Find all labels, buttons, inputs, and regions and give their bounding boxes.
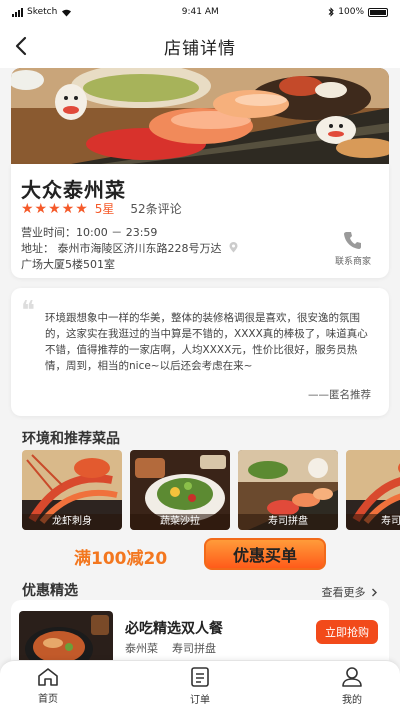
chevron-right-icon [372, 588, 377, 597]
discount-pay-button[interactable]: 优惠买单 [204, 538, 326, 570]
dish-name: 寿司拼 [346, 514, 400, 530]
review-card: ❝ 环境跟想象中一样的华美，整体的装修格调很是喜欢，很安逸的氛围的，这家实在我逛… [11, 288, 389, 416]
dish-name: 龙虾刺身 [22, 514, 122, 530]
contact-merchant-button[interactable]: 联系商家 [335, 230, 371, 267]
address-line-1: 地址： 泰州市海陵区济川东路228号万达 [21, 240, 238, 256]
dish-card[interactable]: 龙虾刺身 [22, 450, 122, 530]
dish-name: 寿司拼盘 [238, 514, 338, 530]
bottom-tab-bar: 首页 订单 我的 [0, 660, 400, 710]
page-title: 店铺详情 [164, 38, 236, 59]
nav-bar: 店铺详情 [0, 24, 400, 68]
tab-home[interactable]: 首页 [20, 661, 76, 710]
review-signature: ——匿名推荐 [308, 389, 371, 401]
deal-thumbnail [19, 611, 113, 664]
shop-rating: ★★★★★ 5星 52条评论 [21, 200, 182, 217]
home-icon [38, 667, 58, 686]
see-more-label: 查看更多 [321, 586, 366, 599]
tab-profile[interactable]: 我的 [324, 661, 380, 710]
battery-icon [368, 7, 388, 17]
wifi-icon [62, 9, 72, 16]
tab-profile-label: 我的 [342, 694, 362, 706]
signal-icon [12, 7, 23, 17]
location-pin-icon[interactable] [229, 242, 238, 253]
dish-card[interactable]: 蔬菜沙拉 [130, 450, 230, 530]
shop-info-card: 大众泰州菜 ★★★★★ 5星 52条评论 营业时间：10:00 － 23:59 … [11, 164, 389, 278]
dish-card[interactable]: 寿司拼 [346, 450, 400, 530]
promo-text: 满100减20 [74, 549, 168, 569]
see-more-link[interactable]: 查看更多 [322, 584, 379, 600]
dishes-carousel[interactable]: 龙虾刺身 蔬菜沙拉 寿司拼盘 寿司 [22, 450, 400, 530]
promo-row: 满100减20 优惠买单 [0, 538, 400, 570]
tab-orders[interactable]: 订单 [172, 661, 228, 710]
order-icon [191, 666, 209, 687]
rating-text: 5星 [94, 202, 115, 216]
phone-icon[interactable] [343, 230, 363, 250]
user-icon [342, 666, 362, 687]
deal-card[interactable]: 必吃精选双人餐 泰州菜 寿司拼盘 立即抢购 [11, 600, 389, 664]
dish-card[interactable]: 寿司拼盘 [238, 450, 338, 530]
carrier-label: Sketch [27, 7, 58, 17]
tab-orders-label: 订单 [190, 694, 210, 706]
address-line-2: 广场大厦5楼501室 [21, 258, 115, 271]
business-hours: 营业时间：10:00 － 23:59 [21, 226, 158, 239]
battery-percent: 100% [338, 7, 364, 17]
review-count[interactable]: 52条评论 [130, 200, 181, 217]
shop-name: 大众泰州菜 [21, 178, 126, 202]
shop-hero-image [11, 68, 389, 164]
rating-stars-icon: ★★★★★ [21, 200, 89, 217]
bluetooth-icon [328, 7, 334, 17]
back-arrow-icon[interactable] [10, 34, 34, 58]
address-text: 地址： 泰州市海陵区济川东路228号万达 [21, 242, 222, 255]
deal-subtitle: 泰州菜 寿司拼盘 [125, 642, 216, 655]
quote-icon: ❝ [21, 296, 35, 326]
deal-title: 必吃精选双人餐 [125, 621, 223, 637]
review-text: 环境跟想象中一样的华美，整体的装修格调很是喜欢，很安逸的氛围的，这家实在我逛过的… [45, 312, 368, 372]
deals-section-title: 优惠精选 [22, 583, 78, 599]
status-time: 9:41 AM [181, 7, 219, 17]
contact-merchant-label: 联系商家 [334, 257, 371, 267]
buy-now-button[interactable]: 立即抢购 [316, 620, 378, 644]
status-right: 100% [328, 7, 388, 17]
dish-name: 蔬菜沙拉 [130, 514, 230, 530]
status-left: Sketch [12, 7, 72, 17]
tab-home-label: 首页 [38, 693, 58, 705]
status-bar: Sketch 9:41 AM 100% [0, 0, 400, 24]
dishes-section-title: 环境和推荐菜品 [22, 431, 120, 447]
